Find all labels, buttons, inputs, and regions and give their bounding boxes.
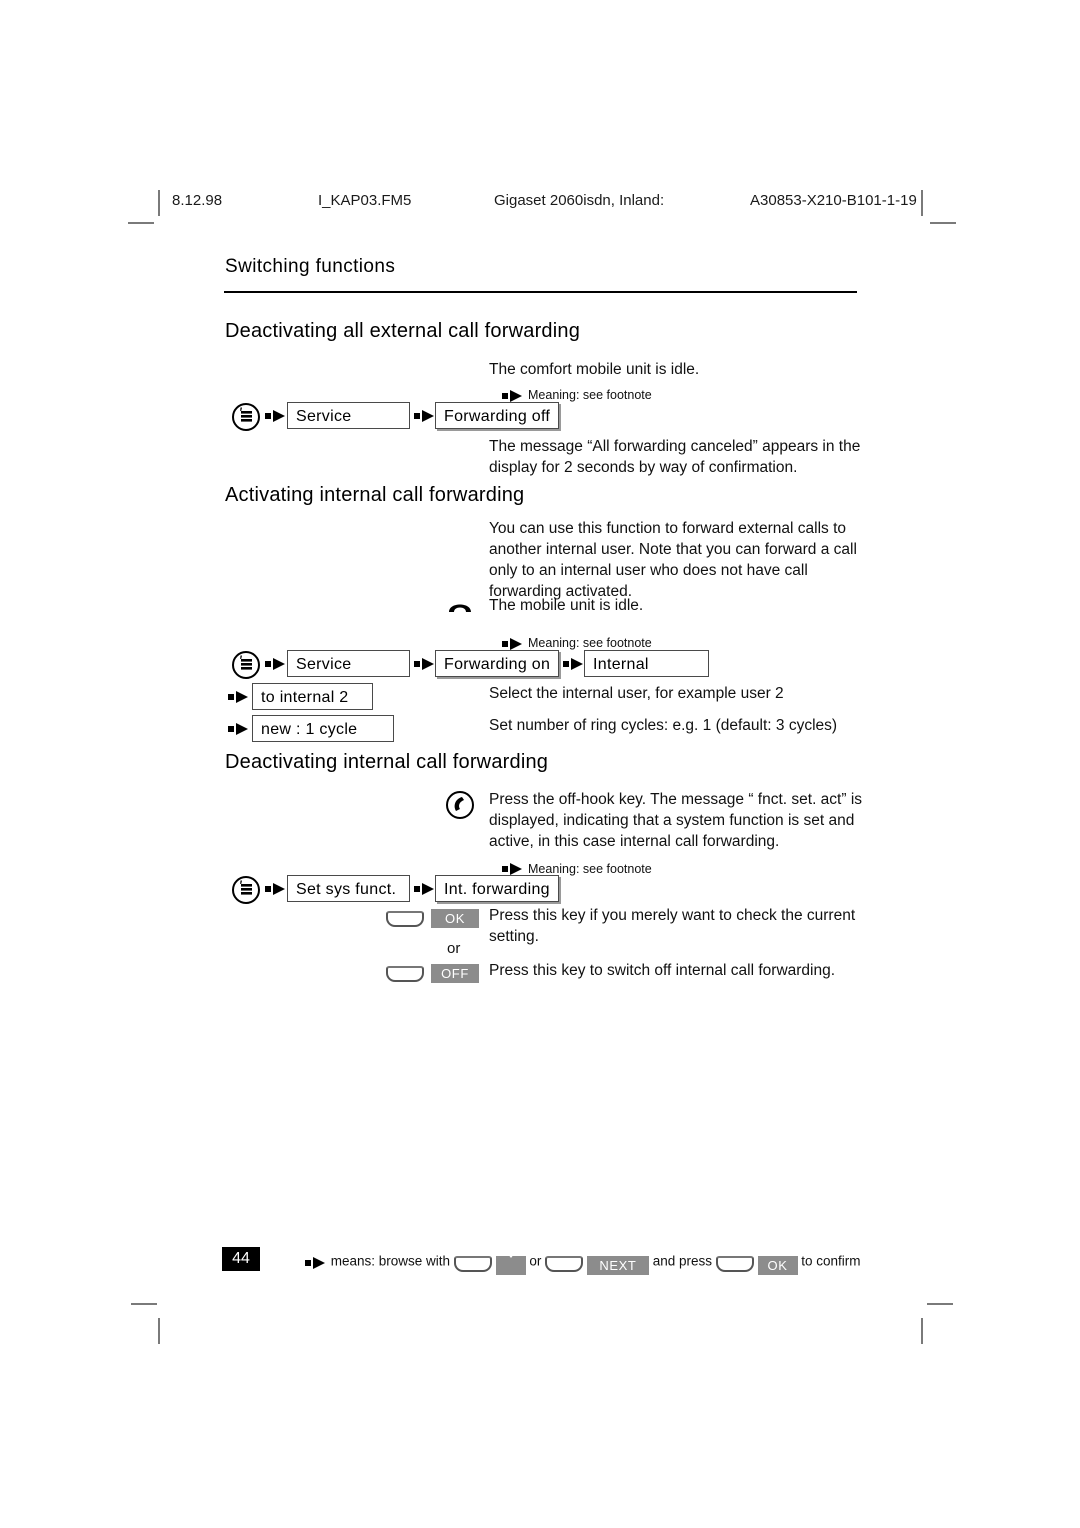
- section-3-key-off-description: Press this key to switch off internal ca…: [489, 962, 836, 979]
- menu-box-service[interactable]: Service: [287, 650, 410, 677]
- menu-key-icon[interactable]: [231, 650, 261, 680]
- browse-arrow-icon: [228, 690, 250, 704]
- chapter-title-rule: [224, 291, 857, 293]
- section-heading-deactivate-internal: Deactivating internal call forwarding: [225, 751, 549, 773]
- crop-mark-bottom-left-vertical: [158, 1318, 160, 1344]
- browse-arrow-icon: [265, 882, 287, 896]
- menu-key-icon[interactable]: [231, 402, 261, 432]
- browse-arrow-icon: [563, 657, 585, 671]
- footer-text-1: means: browse with: [330, 1253, 451, 1269]
- browse-arrow-icon: [265, 409, 287, 423]
- key-badge-down-arrow[interactable]: [495, 1248, 526, 1275]
- footer-legend: means: browse with or NEXT and press OK …: [305, 1248, 861, 1275]
- off-hook-key-icon[interactable]: [445, 790, 475, 820]
- browse-arrow-icon: [502, 862, 524, 876]
- section-heading-activate-internal: Activating internal call forwarding: [225, 484, 525, 506]
- browse-arrow-icon: [228, 722, 250, 736]
- section-1-outro: The message “All forwarding canceled” ap…: [489, 438, 861, 476]
- crop-mark-top-left-horizontal: [128, 222, 154, 224]
- browse-arrow-icon: [502, 389, 524, 403]
- section-3-key-ok-description: Press this key if you merely want to che…: [489, 907, 856, 945]
- footer-text-3: to confirm: [801, 1253, 861, 1269]
- on-hook-handset-icon: [447, 597, 473, 615]
- header-document-code: A30853-X210-B101-1-19: [750, 192, 917, 209]
- soft-key-button[interactable]: [386, 911, 424, 927]
- document-header: 8.12.98 I_KAP03.FM5 Gigaset 2060isdn, In…: [172, 192, 920, 214]
- section-2-row-1-description: Select the internal user, for example us…: [489, 685, 784, 702]
- section-2-idle-note: The mobile unit is idle.: [489, 597, 644, 614]
- down-arrow-icon: [503, 1248, 518, 1273]
- key-badge-off[interactable]: OFF: [431, 964, 479, 983]
- browse-arrow-icon: [502, 637, 524, 651]
- crop-mark-top-right-vertical: [921, 190, 923, 216]
- menu-box-internal[interactable]: Internal: [584, 650, 709, 677]
- menu-box-new-1-cycle[interactable]: new : 1 cycle: [252, 715, 394, 742]
- crop-mark-top-left-vertical: [158, 190, 160, 216]
- key-separator-or: or: [447, 940, 461, 957]
- browse-arrow-icon: [414, 882, 436, 896]
- footer-text-or: or: [529, 1253, 542, 1269]
- section-2-row-2-description: Set number of ring cycles: e.g. 1 (defau…: [489, 717, 838, 734]
- section-heading-deactivate-external: Deactivating all external call forwardin…: [225, 320, 581, 342]
- crop-mark-top-right-horizontal: [930, 222, 956, 224]
- browse-arrow-icon: [414, 409, 436, 423]
- page-number: 44: [222, 1247, 260, 1271]
- menu-box-int-forwarding[interactable]: Int. forwarding: [435, 875, 559, 902]
- menu-box-service[interactable]: Service: [287, 402, 410, 429]
- section-2-intro: You can use this function to forward ext…: [489, 520, 857, 600]
- crop-mark-bottom-right-horizontal: [927, 1303, 953, 1305]
- section-1-footnote-label: Meaning: see footnote: [528, 388, 652, 402]
- menu-key-icon[interactable]: [231, 875, 261, 905]
- header-product: Gigaset 2060isdn, Inland:: [494, 192, 665, 209]
- key-badge-ok[interactable]: OK: [757, 1255, 798, 1275]
- browse-arrow-icon: [414, 657, 436, 671]
- header-date: 8.12.98: [172, 192, 223, 209]
- section-2-footnote-label: Meaning: see footnote: [528, 636, 652, 650]
- browse-arrow-icon: [305, 1256, 327, 1270]
- crop-mark-bottom-right-vertical: [921, 1318, 923, 1344]
- menu-box-forwarding-on[interactable]: Forwarding on: [435, 650, 559, 677]
- section-3-intro: Press the off-hook key. The message “ fn…: [489, 791, 863, 850]
- soft-key-button[interactable]: [545, 1256, 584, 1273]
- soft-key-button[interactable]: [715, 1256, 754, 1273]
- key-badge-next[interactable]: NEXT: [586, 1255, 649, 1275]
- browse-arrow-icon: [265, 657, 287, 671]
- menu-box-set-sys-funct[interactable]: Set sys funct.: [287, 875, 410, 902]
- chapter-title: Switching functions: [225, 256, 396, 277]
- header-filename: I_KAP03.FM5: [318, 192, 412, 209]
- key-badge-ok[interactable]: OK: [431, 909, 479, 928]
- soft-key-button[interactable]: [453, 1256, 492, 1273]
- soft-key-button[interactable]: [386, 966, 424, 982]
- section-1-intro: The comfort mobile unit is idle.: [489, 361, 700, 378]
- crop-mark-bottom-left-horizontal: [131, 1303, 157, 1305]
- menu-box-forwarding-off[interactable]: Forwarding off: [435, 402, 559, 429]
- menu-box-to-internal-2[interactable]: to internal 2: [252, 683, 373, 710]
- footer-text-2: and press: [652, 1253, 712, 1269]
